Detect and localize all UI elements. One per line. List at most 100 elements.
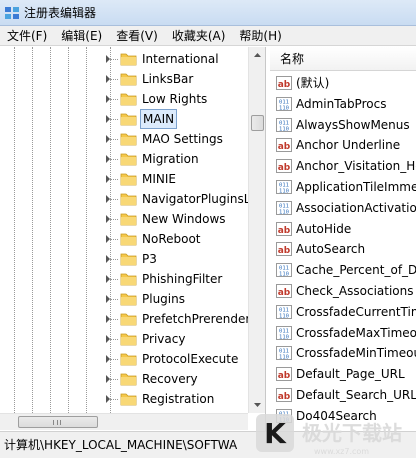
tree-item[interactable]: P3 [0,249,248,269]
horizontal-scroll-thumb[interactable] [18,416,98,428]
string-value-icon: ab [276,387,292,402]
values-column-header[interactable]: 名称 [270,47,416,71]
svg-text:ab: ab [278,371,291,381]
value-name: Anchor_Visitation_Ho [296,159,416,174]
tree-item-label: MAO Settings [142,132,223,146]
menu-favorites[interactable]: 收藏夹(A) [165,26,233,45]
tree-connector [110,239,118,240]
folder-icon [120,133,137,146]
folder-icon [120,53,137,66]
svg-text:ab: ab [278,392,291,402]
menu-view[interactable]: 查看(V) [109,26,165,45]
string-value-icon: ab [276,76,292,90]
value-row[interactable]: ab Check_Associations [270,281,416,302]
folder-icon [120,333,137,346]
svg-text:110: 110 [279,355,289,361]
tree-connector [110,299,118,300]
tree-vertical-scrollbar[interactable] [248,47,265,413]
value-row[interactable]: 011 110 Cache_Percent_of_Dis [270,260,416,281]
value-row[interactable]: 011 110 AdminTabProcs [270,94,416,115]
tree-item[interactable]: Registration [0,389,248,409]
value-row[interactable]: ab Default_Search_URL [270,385,416,406]
tree-horizontal-scrollbar[interactable] [0,413,248,430]
tree-item[interactable]: PrefetchPrerender [0,309,248,329]
menu-file[interactable]: 文件(F) [0,26,54,45]
status-bar: 计算机\HKEY_LOCAL_MACHINE\SOFTWA [0,431,416,458]
tree-item[interactable]: New Windows [0,209,248,229]
value-row[interactable]: ab Anchor_Visitation_Ho [270,156,416,177]
tree-item-label: Recovery [142,372,198,386]
tree-item[interactable]: LinksBar [0,69,248,89]
folder-icon [120,93,137,106]
folder-icon [120,253,137,266]
scroll-thumb[interactable] [251,115,264,131]
tree-connector [110,319,118,320]
tree-item[interactable]: Privacy [0,329,248,349]
value-rows: ab (默认) 011 110 AdminTabProcs 011 110 AlwaysSho… [270,73,416,431]
tree-connector [110,159,118,160]
main-panes: International LinksBar Low Rights MAIN MAO S… [0,47,416,431]
tree-item-label: NavigatorPluginsL [142,192,248,206]
tree-item[interactable]: Migration [0,149,248,169]
value-name: Default_Search_URL [296,387,416,402]
value-row[interactable]: ab AutoHide [270,219,416,240]
binary-value-icon: 011110 [276,117,292,132]
tree-item[interactable]: NavigatorPluginsL [0,189,248,209]
tree-item[interactable]: ProtocolExecute [0,349,248,369]
binary-value-icon: 011110 [276,325,292,340]
value-row[interactable]: 011 110 Do404Search [270,406,416,427]
tree-item-label: MAIN [140,109,178,129]
tree-connector [110,339,118,340]
tree-connector [110,219,118,220]
tree-item[interactable]: Low Rights [0,89,248,109]
registry-tree-pane[interactable]: International LinksBar Low Rights MAIN MAO S… [0,47,266,431]
value-row[interactable]: 011 110 AssociationActivation [270,198,416,219]
binary-value-icon: 011110 [276,200,292,215]
column-name-header[interactable]: 名称 [280,47,304,71]
value-name: Default_Page_URL [296,367,405,382]
value-row[interactable]: 011 110 AlwaysShowMenus [270,115,416,136]
svg-text:ab: ab [278,246,291,256]
string-value-icon: ab [276,283,292,298]
value-row[interactable]: 011 110 CrossfadeMaxTimeo [270,323,416,344]
tree-item[interactable]: International [0,49,248,69]
tree-connector [110,259,118,260]
folder-icon [120,213,137,226]
value-name: Cache_Percent_of_Dis [296,263,416,278]
value-row[interactable]: ab Default_Page_URL [270,364,416,385]
menu-help[interactable]: 帮助(H) [232,26,288,45]
tree-connector [110,179,118,180]
scroll-down-button[interactable] [250,397,265,413]
tree-item-label: MINIE [142,172,176,186]
binary-value-icon: 011110 [276,96,292,111]
value-row[interactable]: 011 110 CrossfadeMinTimeou [270,343,416,364]
string-value-icon: ab [276,159,292,174]
folder-icon [120,193,137,206]
values-pane[interactable]: 名称 ab (默认) 011 110 AdminTabProcs 011 110 Always… [270,47,416,431]
tree-item[interactable]: Plugins [0,289,248,309]
folder-icon [120,113,137,126]
tree-item[interactable]: MAIN [0,109,248,129]
svg-text:ab: ab [278,163,291,173]
tree-item[interactable]: MINIE [0,169,248,189]
scroll-up-button[interactable] [250,47,265,63]
tree-item[interactable]: NoReboot [0,229,248,249]
value-row[interactable]: ab (默认) [270,73,416,94]
svg-text:110: 110 [279,105,289,111]
menu-edit[interactable]: 编辑(E) [54,26,109,45]
value-row[interactable]: 011 110 CrossfadeCurrentTim [270,302,416,323]
value-row[interactable]: 011 110 ApplicationTileImme [270,177,416,198]
tree-item[interactable]: Recovery [0,369,248,389]
value-row[interactable]: ab AutoSearch [270,239,416,260]
tree-connector [110,399,118,400]
binary-value-icon: 011110 [276,263,292,278]
svg-text:110: 110 [279,126,289,132]
tree-item-label: Privacy [142,332,186,346]
tree-item[interactable]: MAO Settings [0,129,248,149]
tree-item[interactable]: PhishingFilter [0,269,248,289]
svg-text:110: 110 [279,188,289,194]
folder-icon [120,393,137,406]
tree-connector [110,79,118,80]
menu-bar: 文件(F) 编辑(E) 查看(V) 收藏夹(A) 帮助(H) [0,26,416,46]
value-row[interactable]: ab Anchor Underline [270,135,416,156]
